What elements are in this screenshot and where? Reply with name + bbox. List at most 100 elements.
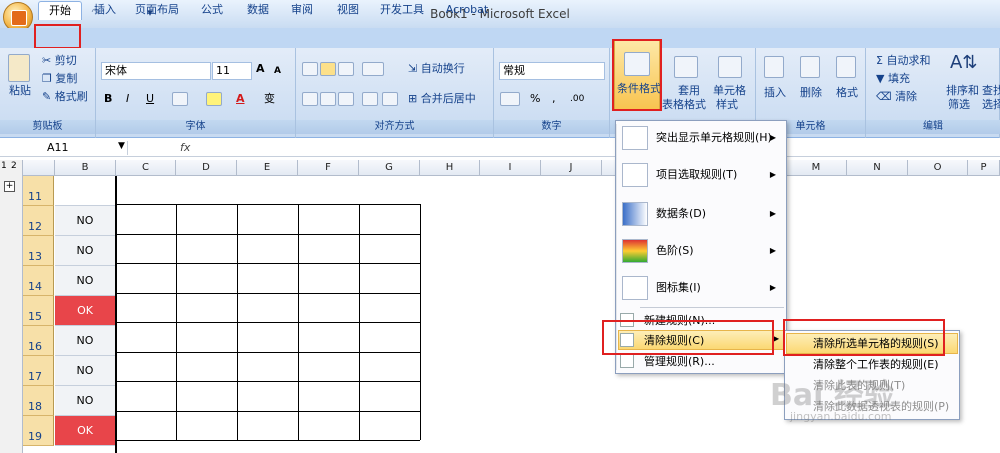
row-header[interactable]: 11 <box>23 176 54 206</box>
clear-button[interactable]: ⌫ 清除 <box>876 90 917 104</box>
align-middle-icon[interactable] <box>320 62 336 76</box>
underline-button[interactable]: U <box>146 92 154 106</box>
cell-a[interactable]: NO <box>55 356 115 386</box>
column-header[interactable]: H <box>420 160 480 176</box>
row-header[interactable]: 12 <box>23 206 54 236</box>
column-header[interactable]: C <box>116 160 176 176</box>
name-box-dropdown-icon[interactable]: ▼ <box>118 141 125 151</box>
increase-decimal-button[interactable]: .00 <box>570 92 584 106</box>
cell-a[interactable]: NO <box>55 386 115 416</box>
wrap-text-button[interactable]: ⇲ 自动换行 <box>408 62 465 76</box>
comma-button[interactable]: , <box>552 92 556 106</box>
tab-formulas[interactable]: 公式 <box>196 1 228 20</box>
delete-cells-icon[interactable] <box>800 56 820 78</box>
column-header[interactable]: P <box>968 160 1000 176</box>
column-header[interactable]: I <box>480 160 541 176</box>
outline-level-1[interactable]: 1 <box>1 161 7 171</box>
row-header[interactable]: 19 <box>23 416 54 446</box>
format-painter-button[interactable]: ✎ 格式刷 <box>42 90 88 104</box>
tab-review[interactable]: 审阅 <box>286 1 318 20</box>
menu-item-top-bottom[interactable]: 项目选取规则(T) ▶ <box>616 157 786 193</box>
cell-styles-line1[interactable]: 单元格 <box>713 84 746 98</box>
row-header[interactable]: 15 <box>23 296 54 326</box>
currency-icon[interactable] <box>500 92 520 106</box>
column-header[interactable]: D <box>176 160 237 176</box>
sort-filter-icon[interactable]: A⇅ <box>950 54 977 72</box>
number-format-combo[interactable]: 常规 <box>499 62 605 80</box>
cell-styles-line2[interactable]: 样式 <box>716 98 738 112</box>
orientation-icon[interactable] <box>362 62 384 76</box>
column-header[interactable]: E <box>237 160 298 176</box>
cell-a[interactable]: NO <box>55 236 115 266</box>
insert-cells-button[interactable]: 插入 <box>764 86 786 100</box>
paste-button[interactable]: 粘贴 <box>9 84 31 98</box>
format-cells-button[interactable]: 格式 <box>836 86 858 100</box>
outline-level-2[interactable]: 2 <box>11 161 17 171</box>
column-header[interactable]: F <box>298 160 359 176</box>
align-top-icon[interactable] <box>302 62 318 76</box>
copy-button[interactable]: ❐ 复制 <box>42 72 77 86</box>
row-header[interactable]: 16 <box>23 326 54 356</box>
tab-view[interactable]: 视图 <box>332 1 364 20</box>
sort-filter-line2[interactable]: 筛选 <box>948 98 970 112</box>
sort-filter-line1[interactable]: 排序和 <box>946 84 979 98</box>
font-name-combo[interactable]: 宋体 <box>101 62 211 80</box>
increase-indent-icon[interactable] <box>382 92 398 106</box>
align-right-icon[interactable] <box>338 92 354 106</box>
merge-center-button[interactable]: ⊞ 合并后居中 <box>408 92 476 106</box>
find-select-line2[interactable]: 选择 <box>982 98 1000 112</box>
delete-cells-button[interactable]: 删除 <box>800 86 822 100</box>
menu-item-data-bars[interactable]: 数据条(D) ▶ <box>616 196 786 232</box>
menu-item-color-scales[interactable]: 色阶(S) ▶ <box>616 233 786 269</box>
shrink-font-button[interactable]: A <box>274 64 281 78</box>
cell-a[interactable] <box>55 176 115 206</box>
format-cells-icon[interactable] <box>836 56 856 78</box>
border-icon[interactable] <box>172 92 188 106</box>
font-size-combo[interactable]: 11 <box>212 62 252 80</box>
align-bottom-icon[interactable] <box>338 62 354 76</box>
phonetic-button[interactable]: 变 <box>264 92 275 106</box>
tab-insert[interactable]: 插入 <box>90 1 120 20</box>
row-header[interactable]: 17 <box>23 356 54 386</box>
cut-button[interactable]: ✂ 剪切 <box>42 54 77 68</box>
find-select-line1[interactable]: 查找 <box>982 84 1000 98</box>
select-all-corner[interactable] <box>23 160 55 176</box>
column-header[interactable]: M <box>786 160 847 176</box>
cell-a[interactable]: NO <box>55 326 115 356</box>
row-header[interactable]: 13 <box>23 236 54 266</box>
column-header[interactable]: J <box>541 160 602 176</box>
tab-developer[interactable]: 开发工具 <box>376 1 428 20</box>
column-header[interactable]: N <box>847 160 908 176</box>
table-format-line2[interactable]: 表格格式 <box>662 98 706 112</box>
align-center-icon[interactable] <box>320 92 336 106</box>
fill-button[interactable]: ▼ 填充 <box>876 72 910 86</box>
table-format-icon[interactable] <box>674 56 698 78</box>
autosum-button[interactable]: Σ 自动求和 <box>876 54 930 68</box>
column-header[interactable]: G <box>359 160 420 176</box>
cell-a[interactable]: NO <box>55 206 115 236</box>
cell-styles-icon[interactable] <box>718 56 742 78</box>
menu-item-icon-sets[interactable]: 图标集(I) ▶ <box>616 270 786 306</box>
paste-icon[interactable] <box>8 54 30 82</box>
cell-a[interactable]: OK <box>55 416 115 446</box>
cell-a[interactable]: NO <box>55 266 115 296</box>
outline-expand-button[interactable]: + <box>4 181 15 192</box>
align-left-icon[interactable] <box>302 92 318 106</box>
table-format-line1[interactable]: 套用 <box>678 84 700 98</box>
row-header[interactable]: 18 <box>23 386 54 416</box>
grow-font-button[interactable]: A <box>256 62 265 76</box>
decrease-indent-icon[interactable] <box>362 92 378 106</box>
tab-home[interactable]: 开始 <box>38 1 82 20</box>
column-header[interactable]: B <box>55 160 116 176</box>
formula-input[interactable] <box>196 141 1000 155</box>
row-header[interactable]: 14 <box>23 266 54 296</box>
menu-item-highlight-rules[interactable]: 突出显示单元格规则(H) ▶ <box>616 120 786 156</box>
bold-button[interactable]: B <box>104 92 112 106</box>
insert-function-button[interactable]: fx <box>180 141 190 154</box>
cell-a[interactable]: OK <box>55 296 115 326</box>
tab-acrobat[interactable]: Acrobat <box>442 1 492 20</box>
fill-color-icon[interactable] <box>206 92 222 106</box>
insert-cells-icon[interactable] <box>764 56 784 78</box>
percent-button[interactable]: % <box>530 92 540 106</box>
column-header[interactable]: O <box>908 160 968 176</box>
